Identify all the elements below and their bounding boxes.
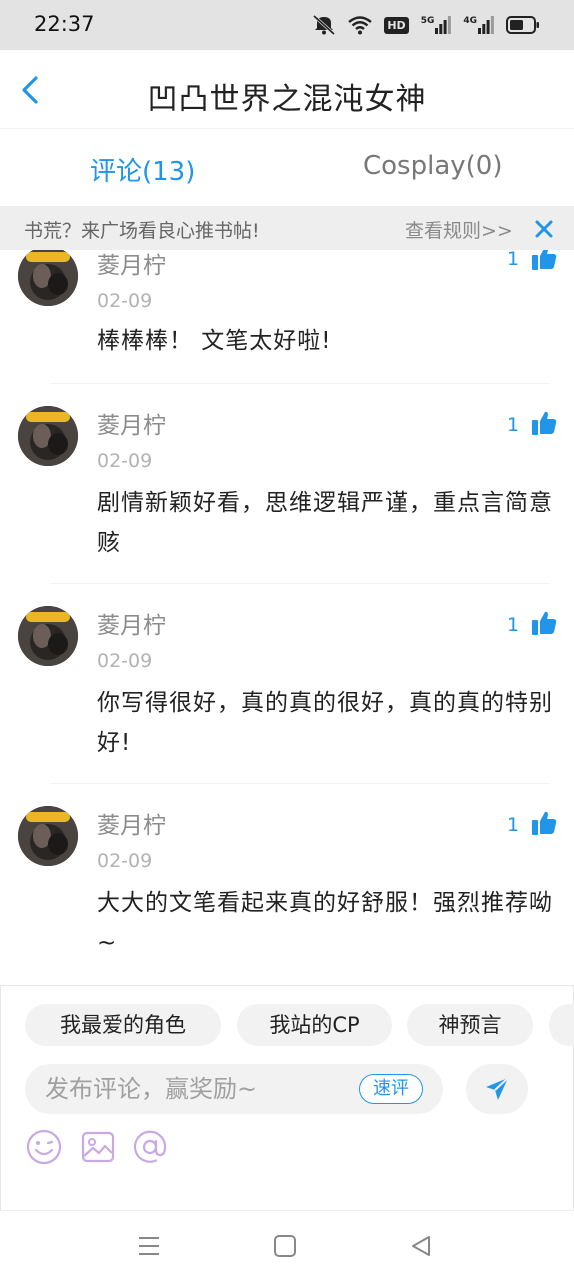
avatar[interactable] — [18, 806, 78, 866]
comment-item: 菱月柠 02-09 你写得很好，真的真的很好，真的真的特别好! 1 — [0, 590, 574, 785]
like-button[interactable] — [531, 250, 557, 271]
back-nav-button[interactable] — [408, 1233, 434, 1259]
like-count[interactable]: 1 — [507, 814, 519, 836]
header: 凹凸世界之混沌女神 — [0, 50, 574, 128]
signal-5g-icon: 5G — [421, 16, 452, 34]
comment-text: 你写得很好，真的真的很好，真的真的特别好! — [97, 690, 553, 756]
comment-item: 菱月柠 02-09 棒棒棒！ 文笔太好啦! 1 — [0, 250, 574, 385]
comment-input[interactable] — [45, 1064, 345, 1114]
quick-review-button[interactable]: 速评 — [359, 1074, 423, 1104]
divider — [50, 583, 550, 584]
comment-composer: 我最爱的角色 我站的CP 神预言 速评 — [0, 985, 574, 1210]
topic-chip-more[interactable] — [549, 1004, 574, 1046]
like-button[interactable] — [531, 410, 557, 436]
hd-icon: HD — [384, 16, 409, 34]
signal-4g-icon: 4G — [463, 16, 494, 34]
comment-list[interactable]: 菱月柠 02-09 棒棒棒！ 文笔太好啦! 1 菱月柠 02-09 剧情新颖好看… — [0, 250, 574, 985]
comment-date: 02-09 — [97, 650, 153, 672]
system-nav-bar — [0, 1210, 574, 1280]
comment-item: 菱月柠 02-09 大大的文笔看起来真的好舒服！强烈推荐呦 ~ 1 — [0, 790, 574, 985]
status-bar: 22:37 HD 5G 4G — [0, 0, 574, 50]
mention-button[interactable] — [132, 1129, 168, 1165]
like-button[interactable] — [531, 810, 557, 836]
comment-item: 菱月柠 02-09 剧情新颖好看，思维逻辑严谨，重点言简意赅 1 — [0, 390, 574, 585]
emoji-button[interactable] — [26, 1129, 62, 1165]
comment-author[interactable]: 菱月柠 — [97, 250, 166, 280]
like-count[interactable]: 1 — [507, 414, 519, 436]
emoji-icon — [26, 1129, 62, 1165]
menu-nav-button[interactable] — [136, 1233, 162, 1259]
divider — [50, 383, 550, 384]
send-button[interactable] — [466, 1064, 528, 1114]
back-triangle-icon — [412, 1236, 430, 1256]
like-count[interactable]: 1 — [507, 250, 519, 270]
topic-chip-favorite-character[interactable]: 我最爱的角色 — [25, 1004, 221, 1046]
page-title: 凹凸世界之混沌女神 — [147, 82, 427, 117]
comment-text: 大大的文笔看起来真的好舒服！强烈推荐呦 ~ — [97, 890, 553, 956]
tab-bar: 评论(13) Cosplay(0) — [0, 128, 574, 206]
home-square-icon — [274, 1235, 296, 1257]
view-rules-link[interactable]: 查看规则>> — [405, 216, 513, 243]
menu-icon — [139, 1237, 159, 1255]
avatar[interactable] — [18, 250, 78, 306]
comment-author[interactable]: 菱月柠 — [97, 406, 166, 440]
image-icon — [81, 1131, 115, 1163]
comment-date: 02-09 — [97, 450, 153, 472]
image-button[interactable] — [80, 1129, 116, 1165]
comment-date: 02-09 — [97, 850, 153, 872]
send-icon — [486, 1077, 509, 1100]
like-button[interactable] — [531, 610, 557, 636]
avatar[interactable] — [18, 406, 78, 466]
status-time: 22:37 — [34, 12, 95, 36]
signal-4g-label: 4G — [463, 16, 477, 26]
notice-close-button[interactable] — [532, 213, 556, 243]
thumbs-up-icon — [532, 411, 557, 435]
topic-chip-prophecy[interactable]: 神预言 — [407, 1004, 533, 1046]
comment-text: 剧情新颖好看，思维逻辑严谨，重点言简意赅 — [97, 490, 553, 556]
mention-icon — [133, 1130, 167, 1163]
close-icon — [535, 220, 553, 238]
thumbs-up-icon — [532, 250, 557, 270]
comment-text: 棒棒棒！ 文笔太好啦! — [97, 328, 332, 354]
notice-text[interactable]: 书荒？来广场看良心推书帖! — [24, 216, 260, 243]
comment-author[interactable]: 菱月柠 — [97, 606, 166, 640]
thumbs-up-icon — [532, 811, 557, 835]
topic-chip-cp[interactable]: 我站的CP — [237, 1004, 392, 1046]
tab-comments[interactable]: 评论(13) — [90, 151, 195, 188]
divider — [50, 783, 550, 784]
comment-date: 02-09 — [97, 290, 153, 312]
avatar[interactable] — [18, 606, 78, 666]
notice-banner: 书荒？来广场看良心推书帖! 查看规则>> — [0, 206, 574, 250]
comment-author[interactable]: 菱月柠 — [97, 806, 166, 840]
comment-input-box[interactable]: 速评 — [25, 1064, 443, 1114]
home-nav-button[interactable] — [272, 1233, 298, 1259]
battery-icon — [506, 16, 540, 34]
mute-icon — [312, 14, 336, 36]
thumbs-up-icon — [532, 611, 557, 635]
status-icons: HD 5G 4G — [312, 12, 540, 38]
like-count[interactable]: 1 — [507, 614, 519, 636]
wifi-icon — [348, 15, 373, 35]
tab-cosplay[interactable]: Cosplay(0) — [363, 151, 502, 181]
signal-5g-label: 5G — [420, 16, 435, 26]
